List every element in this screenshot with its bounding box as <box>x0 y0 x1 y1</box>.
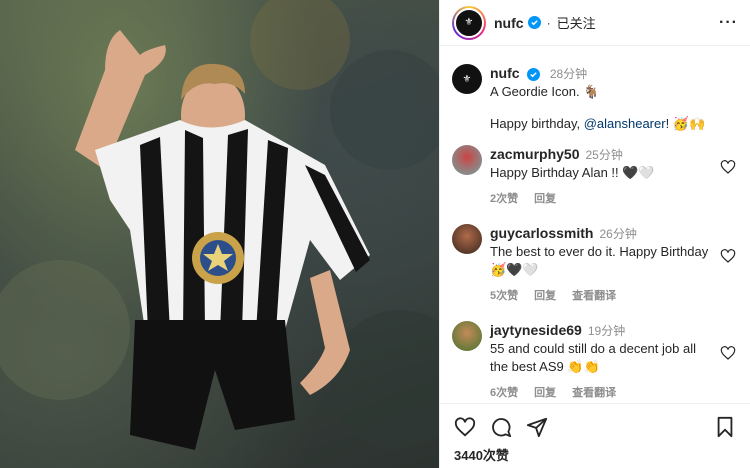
caption-line-1: A Geordie Icon. 🐐 <box>490 84 600 99</box>
comment-text: 55 and could still do a decent job all t… <box>490 341 696 374</box>
caption-text: Happy birthday, <box>490 116 584 131</box>
commenter-avatar[interactable] <box>452 321 482 351</box>
heart-icon[interactable] <box>720 248 736 264</box>
separator-dot: · <box>546 15 551 30</box>
reply-button[interactable]: 回复 <box>534 387 556 399</box>
more-icon[interactable]: ··· <box>719 14 738 32</box>
comment-time: 19分钟 <box>587 324 626 338</box>
comment-text: Happy Birthday Alan !! 🖤🤍 <box>490 165 655 180</box>
club-crest-icon: ⚜ <box>464 17 474 28</box>
comment-item: zacmurphy50 25分钟 Happy Birthday Alan !! 🖤… <box>440 145 750 208</box>
verified-icon <box>527 68 541 82</box>
post-caption: ⚜ nufc 28分钟 A Geordie Icon. 🐐 Happy birt… <box>440 46 750 133</box>
reply-button[interactable]: 回复 <box>534 290 556 302</box>
post-photo[interactable] <box>0 0 439 468</box>
post-header: ⚜ nufc · 已关注 ··· <box>440 0 750 46</box>
reply-button[interactable]: 回复 <box>534 193 556 205</box>
comment-text: The best to ever do it. Happy Birthday 🥳… <box>490 244 709 277</box>
comment-username[interactable]: guycarlossmith <box>490 225 593 241</box>
heart-icon[interactable] <box>720 345 736 361</box>
verified-icon <box>527 16 541 29</box>
comment-icon[interactable] <box>490 416 512 438</box>
caption-emoji: ! 🥳🙌 <box>665 116 706 131</box>
post-actions: 3440次赞 <box>440 403 750 468</box>
mention-link[interactable]: @alanshearer <box>584 116 666 131</box>
translate-button[interactable]: 查看翻译 <box>572 387 616 399</box>
translate-button[interactable]: 查看翻译 <box>572 290 616 302</box>
player-illustration <box>0 0 439 450</box>
comment-username[interactable]: zacmurphy50 <box>490 146 579 162</box>
likes-count[interactable]: 3440次赞 <box>440 438 750 464</box>
caption-avatar[interactable]: ⚜ <box>452 64 482 94</box>
account-username[interactable]: nufc <box>494 15 524 31</box>
club-crest-icon: ⚜ <box>462 73 472 85</box>
follow-button[interactable]: 已关注 <box>557 13 596 32</box>
comment-likes[interactable]: 6次赞 <box>490 387 518 399</box>
comment-item: jaytyneside69 19分钟 55 and could still do … <box>440 321 750 402</box>
like-heart-icon[interactable] <box>454 416 476 438</box>
instagram-post-view: ⚜ nufc · 已关注 ··· ⚜ nufc 28分钟 A Geordie I… <box>0 0 750 468</box>
bookmark-icon[interactable] <box>714 416 736 438</box>
post-panel: ⚜ nufc · 已关注 ··· ⚜ nufc 28分钟 A Geordie I… <box>439 0 750 468</box>
comment-time: 25分钟 <box>585 148 623 162</box>
caption-time: 28分钟 <box>549 67 588 81</box>
heart-icon[interactable] <box>720 159 736 175</box>
comment-username[interactable]: jaytyneside69 <box>490 322 582 338</box>
share-icon[interactable] <box>526 416 548 438</box>
caption-line-2: Happy birthday, @alanshearer! 🥳🙌 <box>490 115 705 133</box>
commenter-avatar[interactable] <box>452 224 482 254</box>
account-avatar[interactable]: ⚜ <box>452 5 486 40</box>
comment-item: guycarlossmith 26分钟 The best to ever do i… <box>440 224 750 305</box>
commenter-avatar[interactable] <box>452 145 482 175</box>
comment-likes[interactable]: 2次赞 <box>490 193 518 205</box>
comment-time: 26分钟 <box>599 227 637 241</box>
caption-username[interactable]: nufc <box>490 65 520 81</box>
comment-likes[interactable]: 5次赞 <box>490 290 518 302</box>
